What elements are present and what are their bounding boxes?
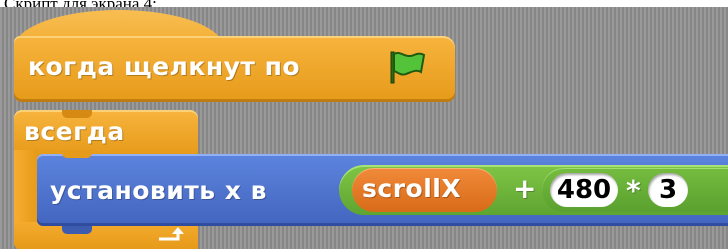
plus-operator-sign: + (513, 172, 537, 205)
block-notch (62, 226, 92, 234)
operand-input[interactable]: 480 (550, 173, 618, 207)
loop-arrow-icon (156, 226, 188, 248)
multiplier-input[interactable]: 3 (648, 173, 688, 207)
green-flag-icon (388, 50, 428, 88)
scrollx-variable-label: scrollX (362, 174, 462, 203)
multiply-operator-sign: * (626, 174, 641, 207)
forever-block-label: всегда (24, 117, 125, 146)
hat-block-label: когда щелкнут по (28, 52, 301, 81)
set-x-block-label: установить x в (50, 176, 267, 205)
block-notch (62, 150, 92, 158)
